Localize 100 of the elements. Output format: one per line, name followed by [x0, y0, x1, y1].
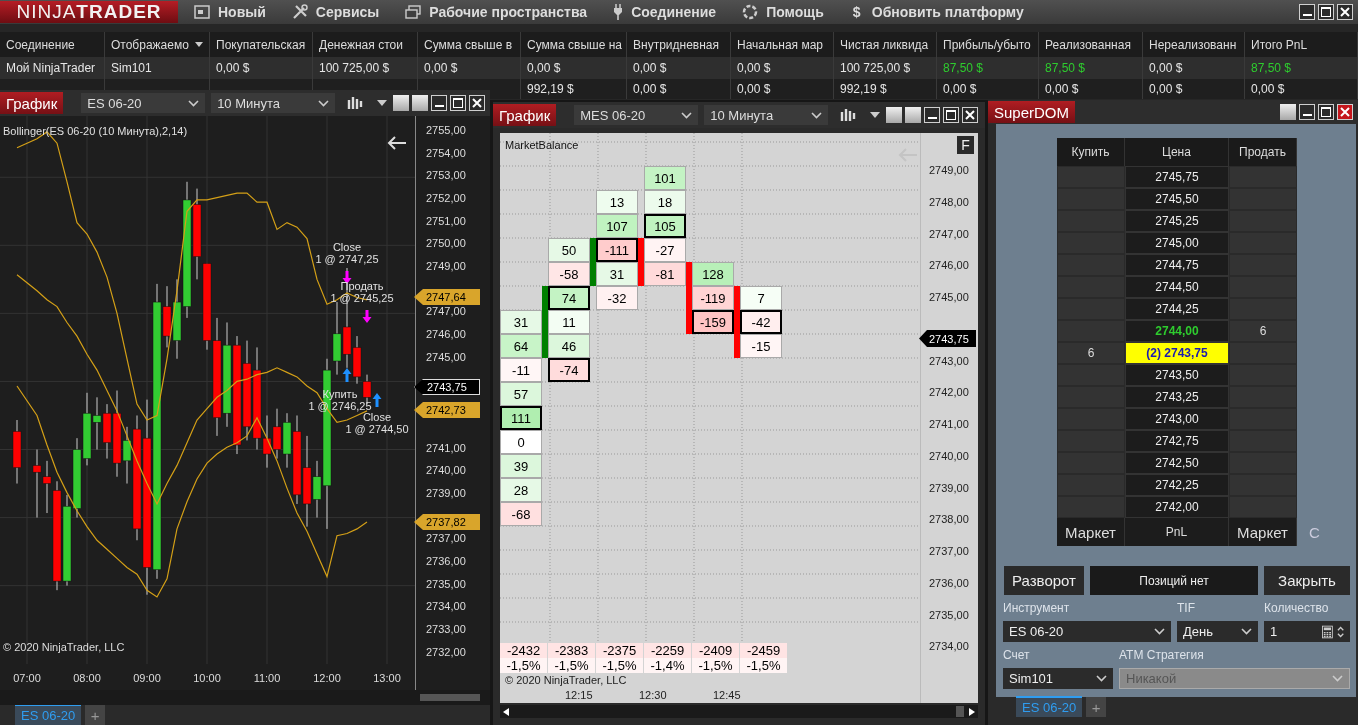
sell-cell[interactable]: [1229, 386, 1297, 408]
menu-item[interactable]: Помощь: [742, 4, 824, 20]
instrument-dropdown[interactable]: MES 06-20: [574, 105, 699, 125]
sell-cell[interactable]: [1229, 496, 1297, 518]
price-cell[interactable]: 2742,00: [1125, 496, 1229, 518]
buy-cell[interactable]: [1057, 320, 1125, 342]
sell-cell[interactable]: [1229, 232, 1297, 254]
dropdown[interactable]: Sim101: [1003, 668, 1113, 689]
price-cell[interactable]: 2742,50: [1125, 452, 1229, 474]
sell-cell[interactable]: [1229, 452, 1297, 474]
instrument-dropdown[interactable]: ES 06-20: [81, 93, 206, 113]
price-cell[interactable]: 2745,50: [1125, 188, 1229, 210]
buy-cell[interactable]: 6: [1057, 342, 1125, 364]
sell-cell[interactable]: [1229, 166, 1297, 188]
price-cell[interactable]: 2742,25: [1125, 474, 1229, 496]
price-cell[interactable]: 2745,75: [1125, 166, 1229, 188]
scroll-left-icon[interactable]: [503, 707, 509, 716]
price-cell[interactable]: 2743,00: [1125, 408, 1229, 430]
tile-button[interactable]: [886, 107, 903, 123]
price-cell[interactable]: 2744,00: [1125, 320, 1229, 342]
buy-cell[interactable]: [1057, 474, 1125, 496]
menu-item[interactable]: $ Обновить платформу: [849, 4, 1024, 20]
buy-cell[interactable]: [1057, 232, 1125, 254]
sell-cell[interactable]: 6: [1229, 320, 1297, 342]
minimize-button[interactable]: [1299, 4, 1315, 20]
sell-cell[interactable]: [1229, 408, 1297, 430]
tile-button[interactable]: [412, 95, 428, 111]
buy-cell[interactable]: [1057, 166, 1125, 188]
price-cell[interactable]: (2) 2743,75: [1125, 342, 1229, 364]
caret-icon[interactable]: [870, 112, 881, 118]
calculator-icon[interactable]: [1322, 624, 1333, 639]
buy-cell[interactable]: [1057, 364, 1125, 386]
buy-cell[interactable]: [1057, 254, 1125, 276]
sell-cell[interactable]: [1229, 342, 1297, 364]
scrollbar[interactable]: [500, 705, 978, 718]
ring-icon: [742, 4, 759, 20]
buy-cell[interactable]: [1057, 496, 1125, 518]
maximize-button[interactable]: [1318, 4, 1334, 20]
price-cell[interactable]: 2742,75: [1125, 430, 1229, 452]
buy-cell[interactable]: [1057, 408, 1125, 430]
bar-chart-icon[interactable]: [840, 107, 857, 123]
dropdown[interactable]: ES 06-20: [1003, 621, 1171, 642]
menu-item[interactable]: Сервисы: [291, 4, 380, 20]
left-arrow-icon[interactable]: [387, 135, 407, 151]
close-button[interactable]: [962, 107, 979, 123]
tile-button[interactable]: [393, 95, 409, 111]
buy-cell[interactable]: [1057, 276, 1125, 298]
close-button[interactable]: [469, 95, 485, 111]
scroll-right-icon[interactable]: [969, 707, 975, 716]
price-cell[interactable]: 2743,50: [1125, 364, 1229, 386]
scrollbar-thumb[interactable]: [956, 706, 964, 717]
menu-item[interactable]: Новый: [194, 4, 266, 20]
maximize-button[interactable]: [943, 107, 960, 123]
order-label: Close: [362, 411, 392, 423]
close-button[interactable]: [1337, 104, 1353, 120]
column-header-dropdown[interactable]: Отображаемо: [105, 32, 210, 57]
sell-cell[interactable]: [1229, 254, 1297, 276]
maximize-button[interactable]: [450, 95, 466, 111]
sell-cell[interactable]: [1229, 276, 1297, 298]
buy-cell[interactable]: [1057, 188, 1125, 210]
buy-cell[interactable]: [1057, 430, 1125, 452]
menu-item[interactable]: Рабочие пространства: [405, 4, 588, 20]
price-cell[interactable]: 2745,25: [1125, 210, 1229, 232]
spinner-icon[interactable]: [1336, 624, 1344, 639]
minimize-button[interactable]: [924, 107, 941, 123]
price-cell[interactable]: 2744,75: [1125, 254, 1229, 276]
menu-item[interactable]: Соединение: [613, 4, 717, 20]
interval-dropdown[interactable]: 10 Минута: [704, 105, 829, 125]
tile-button[interactable]: [1280, 104, 1296, 120]
bar-chart-icon[interactable]: [347, 95, 363, 111]
sell-cell[interactable]: [1229, 364, 1297, 386]
sell-cell[interactable]: [1229, 430, 1297, 452]
price-cell[interactable]: 2745,00: [1125, 232, 1229, 254]
quantity-field[interactable]: 1: [1264, 621, 1350, 642]
dropdown[interactable]: День: [1177, 621, 1258, 642]
close-button[interactable]: [1337, 4, 1353, 20]
buy-cell[interactable]: [1057, 298, 1125, 320]
interval-dropdown[interactable]: 10 Минута: [211, 93, 336, 113]
close-position-button[interactable]: Закрыть: [1264, 566, 1350, 595]
dollar-icon: $: [849, 4, 864, 20]
sell-cell[interactable]: [1229, 210, 1297, 232]
scrollbar[interactable]: [0, 690, 490, 705]
panel-toggle-button[interactable]: F: [957, 136, 974, 154]
buy-cell[interactable]: [1057, 210, 1125, 232]
sell-cell[interactable]: [1229, 188, 1297, 210]
tile-button[interactable]: [905, 107, 922, 123]
price-cell[interactable]: 2743,25: [1125, 386, 1229, 408]
minimize-button[interactable]: [431, 95, 447, 111]
window-title: График: [493, 104, 557, 126]
reverse-button[interactable]: Разворот: [1004, 566, 1084, 595]
sell-cell[interactable]: [1229, 474, 1297, 496]
buy-cell[interactable]: [1057, 452, 1125, 474]
maximize-button[interactable]: [1318, 104, 1334, 120]
scrollbar-thumb[interactable]: [420, 694, 480, 701]
quantity-input[interactable]: 1: [1270, 624, 1318, 639]
price-cell[interactable]: 2744,50: [1125, 276, 1229, 298]
buy-cell[interactable]: [1057, 386, 1125, 408]
minimize-button[interactable]: [1299, 104, 1315, 120]
price-cell[interactable]: 2744,25: [1125, 298, 1229, 320]
sell-cell[interactable]: [1229, 298, 1297, 320]
